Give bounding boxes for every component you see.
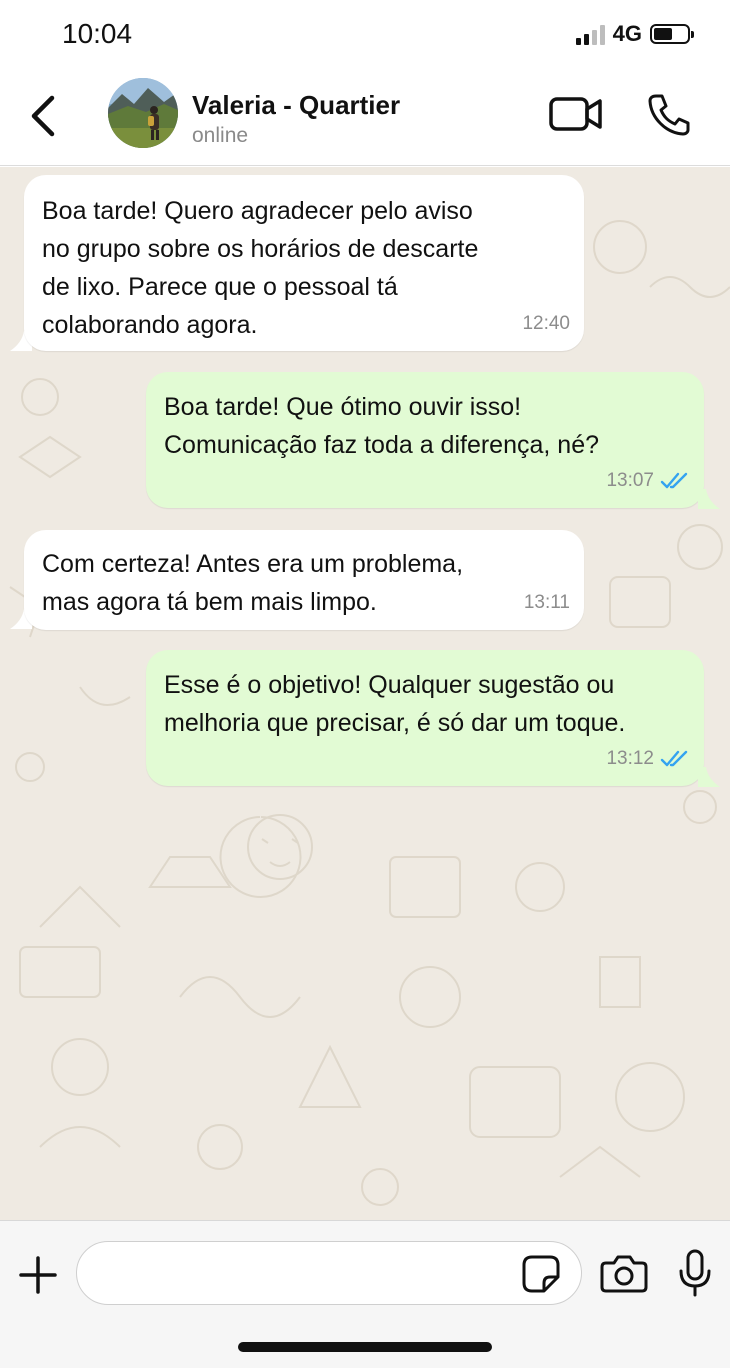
message-bubble-outgoing[interactable]: Boa tarde! Que ótimo ouvir isso! Comunic… <box>146 372 704 508</box>
camera-button[interactable] <box>600 1253 648 1293</box>
avatar-photo <box>108 78 178 148</box>
message-meta: 13:11 <box>524 584 570 622</box>
plus-icon <box>19 1256 57 1294</box>
microphone-button[interactable] <box>676 1249 714 1297</box>
double-check-icon <box>660 750 688 767</box>
contact-name[interactable]: Valeria - Quartier <box>192 90 400 121</box>
network-type: 4G <box>612 21 642 46</box>
voice-call-button[interactable] <box>646 92 692 136</box>
status-bar: 10:04 4G <box>0 0 730 66</box>
chat-header: Valeria - Quartier online <box>0 66 730 166</box>
message-bubble-incoming[interactable]: Boa tarde! Quero agradecer pelo aviso no… <box>24 175 584 351</box>
message-text: Com certeza! Antes era um problema, mas … <box>42 550 464 616</box>
message-bubble-outgoing[interactable]: Esse é o objetivo! Qualquer sugestão ou … <box>146 650 704 786</box>
back-arrow-icon <box>31 95 55 137</box>
message-time: 13:11 <box>523 592 570 613</box>
bubble-tail-outgoing <box>698 767 720 787</box>
message-text: Esse é o objetivo! Qualquer sugestão ou … <box>164 671 626 737</box>
bubble-tail-outgoing <box>698 489 720 509</box>
status-indicators: 4G <box>575 20 694 48</box>
message-text: Boa tarde! Que ótimo ouvir isso! Comunic… <box>164 393 599 459</box>
attach-button[interactable] <box>18 1255 58 1295</box>
message-input[interactable] <box>76 1241 582 1305</box>
sticker-button[interactable] <box>522 1255 560 1293</box>
message-bubble-incoming[interactable]: Com certeza! Antes era um problema, mas … <box>24 530 584 630</box>
home-indicator[interactable] <box>238 1342 492 1352</box>
microphone-icon <box>679 1249 711 1297</box>
camera-icon <box>600 1255 648 1293</box>
video-camera-icon <box>549 97 602 131</box>
message-meta: 12:40 <box>522 305 570 343</box>
video-call-button[interactable] <box>548 94 604 134</box>
message-meta: 13:07 <box>606 462 690 500</box>
battery-icon <box>650 24 694 44</box>
message-meta: 13:12 <box>606 740 690 778</box>
status-time: 10:04 <box>62 18 133 49</box>
message-text: Boa tarde! Quero agradecer pelo aviso no… <box>42 197 479 339</box>
double-check-icon <box>660 472 688 489</box>
avatar[interactable] <box>108 78 178 148</box>
message-time: 12:40 <box>522 313 570 334</box>
contact-status: online <box>192 124 249 147</box>
message-time: 13:07 <box>606 470 654 491</box>
back-button[interactable] <box>22 90 66 142</box>
signal-icon <box>575 23 605 45</box>
phone-icon <box>648 94 690 136</box>
message-time: 13:12 <box>606 748 654 769</box>
sticker-icon <box>522 1255 560 1293</box>
chat-area[interactable]: Boa tarde! Quero agradecer pelo aviso no… <box>0 167 730 1220</box>
